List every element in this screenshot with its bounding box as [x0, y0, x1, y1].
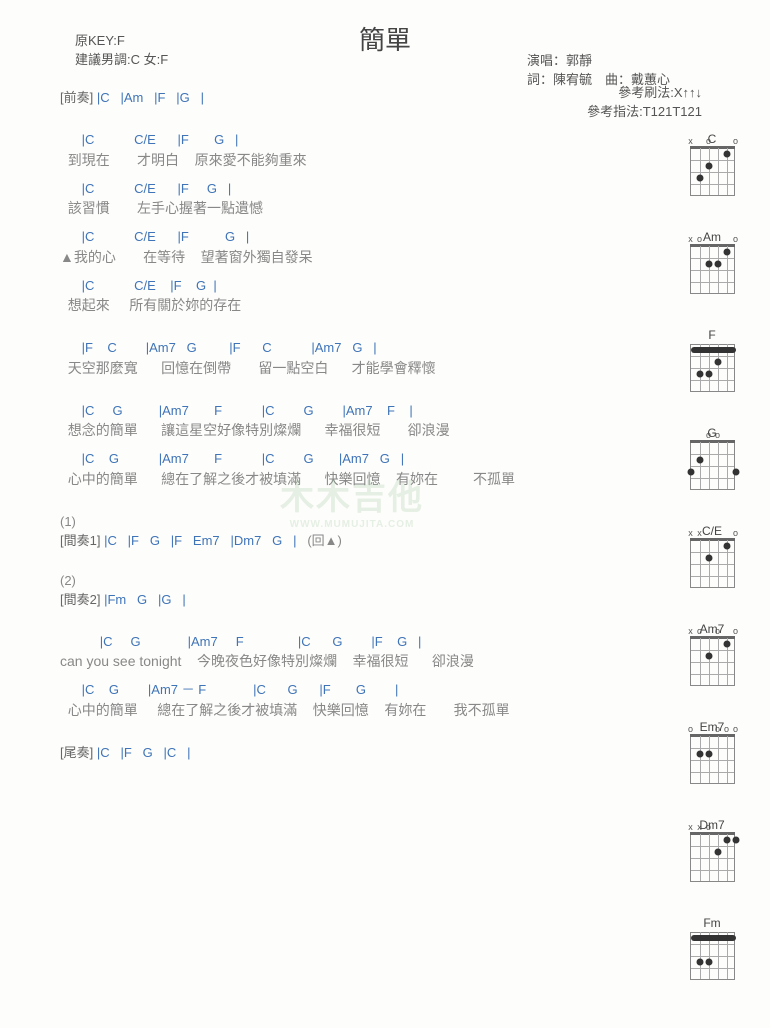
reference-info: 參考刷法:X↑↑↓ 參考指法:T121T121: [587, 82, 702, 120]
lyric-line: can you see tonight 今晚夜色好像特別燦爛 幸福很短 卻浪漫: [60, 651, 565, 672]
chord-line: |C C/E |F G |: [60, 130, 565, 150]
lyric-line: 想起來 所有關於妳的存在: [60, 295, 565, 316]
chord-line: |C G |Am7 F |C G |Am7 G |: [60, 449, 565, 469]
chord-name: C/E: [686, 524, 738, 538]
chord-diagram-F: F: [686, 328, 738, 392]
chord-diagram-Am: Am xoo: [686, 230, 738, 294]
lyric-line: 到現在 才明白 原來愛不能夠重來: [60, 150, 565, 171]
chord-line: |C C/E |F G |: [60, 276, 565, 296]
chord-name: F: [686, 328, 738, 342]
chord-diagram-Em7: Em7 oooo: [686, 720, 738, 784]
lyric-line: 心中的簡單 總在了解之後才被填滿 快樂回憶 有妳在 不孤單: [60, 469, 565, 490]
fretboard: oo: [690, 442, 735, 490]
lyric-line: 心中的簡單 總在了解之後才被填滿 快樂回憶 有妳在 我不孤單: [60, 700, 565, 721]
fretboard: [690, 344, 735, 392]
chord-diagram-C: Cxoo: [686, 132, 738, 196]
fretboard: xoo: [690, 148, 735, 196]
intro-line: [前奏] |C |Am |F |G |: [60, 87, 565, 106]
chord-diagram-Am7: Am7 xooo: [686, 622, 738, 686]
song-body: [前奏] |C |Am |F |G | |C C/E |F G | 到現在 才明…: [0, 87, 640, 762]
chord-line: |C G |Am7 F |C G |Am7 F |: [60, 401, 565, 421]
original-key: 原KEY:F: [75, 30, 168, 49]
outro-line: [尾奏] |C |F G |C |: [60, 743, 565, 763]
interlude-number: (1): [60, 512, 565, 532]
chord-name: Am: [686, 230, 738, 244]
chord-name: Am7: [686, 622, 738, 636]
fretboard: [690, 932, 735, 980]
lyric-line: 天空那麼寬 回憶在倒帶 留一點空白 才能學會釋懷: [60, 358, 565, 379]
chord-name: C: [686, 132, 738, 146]
chord-name: Em7: [686, 720, 738, 734]
fretboard: xooo: [690, 638, 735, 686]
chord-diagram-Dm7: Dm7 xxo: [686, 818, 738, 882]
chord-name: Fm: [686, 916, 738, 930]
chord-line: |C G |Am7 － F |C G |F G |: [60, 680, 565, 700]
chord-line: |C C/E |F G |: [60, 179, 565, 199]
fretboard: xxo: [690, 834, 735, 882]
fretboard: xoo: [690, 246, 735, 294]
fretboard: oooo: [690, 736, 735, 784]
chord-diagrams: Cxoo Am xoo F Goo C/E xxo Am7 xooo Em7 oooo Dm7 xxo F…: [686, 132, 746, 980]
singer: 演唱：郭靜: [527, 50, 670, 69]
lyric-line: 該習慣 左手心握著一點遺憾: [60, 198, 565, 219]
chord-diagram-C-E: C/E xxo: [686, 524, 738, 588]
lyric-line: ▲我的心 在等待 望著窗外獨自發呆: [60, 247, 565, 268]
suggested-key: 建議男調:C 女:F: [75, 49, 168, 68]
chord-diagram-G: Goo: [686, 426, 738, 490]
interlude-number: (2): [60, 571, 565, 591]
intro-chords: |C |Am |F |G |: [97, 90, 204, 105]
chord-name: G: [686, 426, 738, 440]
interlude-line: [間奏1] |C |F G |F Em7 |Dm7 G | (回▲): [60, 531, 565, 551]
intro-label: [前奏]: [60, 90, 97, 105]
fretboard: xxo: [690, 540, 735, 588]
finger-pattern: 參考指法:T121T121: [587, 101, 702, 120]
header: 簡單 原KEY:F 建議男調:C 女:F 演唱：郭靜 詞：陳宥毓 曲：戴蕙心: [0, 20, 770, 57]
outro-chords: |C |F G |C |: [97, 745, 191, 760]
chord-line: |C G |Am7 F |C G |F G |: [60, 632, 565, 652]
key-info: 原KEY:F 建議男調:C 女:F: [75, 30, 168, 68]
lyric-line: 想念的簡單 讓這星空好像特別燦爛 幸福很短 卻浪漫: [60, 420, 565, 441]
chord-line: |C C/E |F G |: [60, 227, 565, 247]
outro-label: [尾奏]: [60, 745, 97, 760]
chord-diagram-Fm: Fm: [686, 916, 738, 980]
interlude-line: [間奏2] |Fm G |G |: [60, 590, 565, 610]
strum-pattern: 參考刷法:X↑↑↓: [587, 82, 702, 101]
chord-line: |F C |Am7 G |F C |Am7 G |: [60, 338, 565, 358]
chord-name: Dm7: [686, 818, 738, 832]
